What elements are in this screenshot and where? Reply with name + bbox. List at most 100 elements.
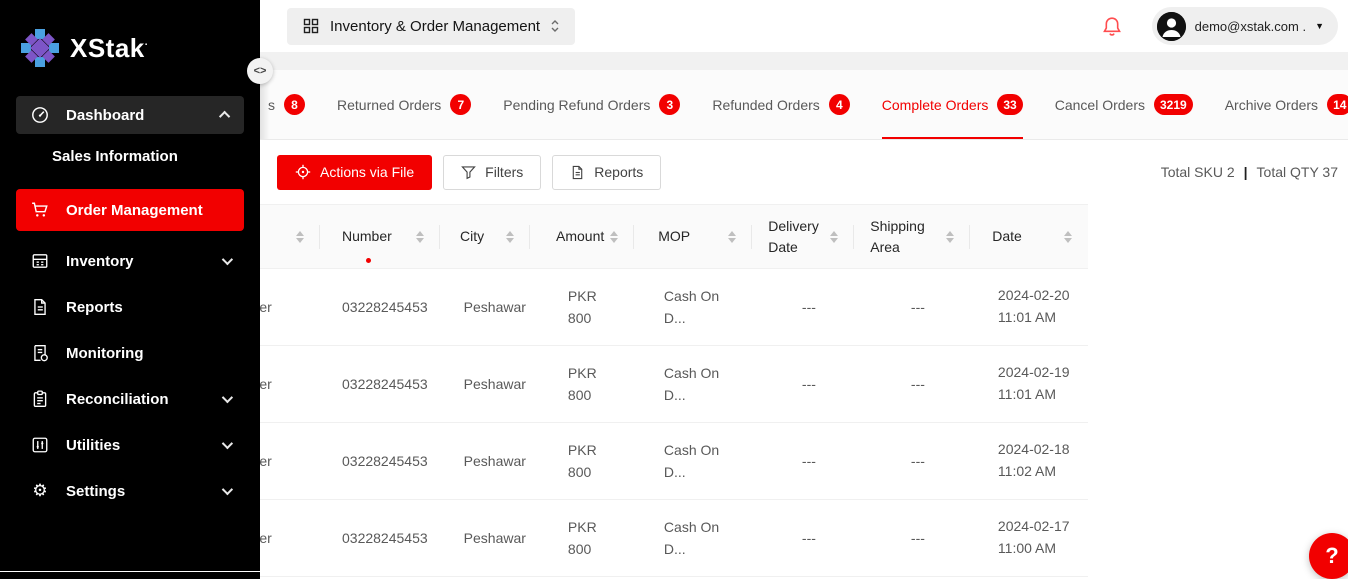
- cell-number: 03228245453: [320, 500, 444, 576]
- sort-icon[interactable]: [610, 231, 618, 243]
- sidebar-item-label: Order Management: [66, 202, 203, 219]
- sidebar-item-label: Reconciliation: [66, 391, 169, 408]
- cell-shipping-area: ---: [860, 500, 976, 576]
- tab-label: Refunded Orders: [712, 97, 819, 113]
- tab-count-badge: 3219: [1154, 94, 1193, 115]
- sidebar-item-label: Monitoring: [66, 345, 143, 362]
- tab-label: Archive Orders: [1225, 97, 1318, 113]
- column-header-city[interactable]: City: [440, 205, 530, 268]
- tab-label: Pending Refund Orders: [503, 97, 650, 113]
- inventory-icon: [30, 251, 50, 271]
- actions-via-file-label: Actions via File: [320, 164, 414, 180]
- cell-shipping-area: ---: [860, 269, 976, 345]
- column-header-date[interactable]: Date: [970, 205, 1088, 268]
- logo: XStak·: [0, 0, 260, 78]
- tab-complete-orders[interactable]: Complete Orders 33: [882, 70, 1023, 140]
- sidebar-collapse-button[interactable]: <>: [247, 58, 273, 84]
- tab-count-badge: 8: [284, 94, 305, 115]
- sidebar-item-inventory[interactable]: Inventory: [16, 241, 244, 281]
- cell-city: Peshawar: [444, 500, 542, 576]
- tab-archive-orders[interactable]: Archive Orders 14: [1225, 70, 1348, 140]
- cell-date: 2024-02-1811:02 AM: [976, 423, 1088, 499]
- cell-delivery-date: ---: [758, 500, 860, 576]
- number-column-indicator-dot: [366, 258, 371, 263]
- cell-amount: PKR 800: [542, 500, 640, 576]
- column-header-number[interactable]: Number: [320, 205, 440, 268]
- sidebar-item-utilities[interactable]: Utilities: [16, 425, 244, 465]
- tab-cancel-orders[interactable]: Cancel Orders 3219: [1055, 70, 1193, 140]
- tab-refunded-orders[interactable]: Refunded Orders 4: [712, 70, 849, 140]
- sort-icon[interactable]: [1064, 231, 1072, 243]
- help-button[interactable]: ?: [1309, 533, 1348, 579]
- reconciliation-icon: [30, 389, 50, 409]
- sort-icon[interactable]: [296, 231, 304, 243]
- dashboard-icon: [30, 105, 50, 125]
- cell-delivery-date: ---: [758, 346, 860, 422]
- tab-label: s: [268, 97, 275, 113]
- sidebar-nav: Dashboard Sales Information Order Manage…: [0, 78, 260, 511]
- user-email: demo@xstak.com .: [1195, 19, 1306, 34]
- tab-returned-orders[interactable]: Returned Orders 7: [337, 70, 471, 140]
- column-header-delivery-date[interactable]: Delivery Date: [752, 205, 854, 268]
- sort-icon[interactable]: [830, 231, 838, 243]
- tab-label: Returned Orders: [337, 97, 441, 113]
- total-qty: Total QTY 37: [1257, 164, 1338, 180]
- sidebar-item-reconciliation[interactable]: Reconciliation: [16, 379, 244, 419]
- column-label: Shipping Area: [870, 216, 932, 258]
- column-label: Number: [342, 226, 392, 247]
- sidebar-item-settings[interactable]: ⚙ Settings: [16, 471, 244, 511]
- gear-icon: ⚙: [30, 481, 50, 501]
- tab-partial[interactable]: s 8: [268, 70, 305, 140]
- cell-mop: Cash On D...: [640, 500, 758, 576]
- sidebar-item-reports[interactable]: Reports: [16, 287, 244, 327]
- sidebar-item-label: Utilities: [66, 437, 120, 454]
- totals-summary: Total SKU 2 | Total QTY 37: [1161, 164, 1338, 180]
- chevron-down-icon: [222, 484, 233, 495]
- sidebar: XStak· Dashboard Sales Information Order…: [0, 0, 260, 579]
- utilities-icon: [30, 435, 50, 455]
- sidebar-item-monitoring[interactable]: Monitoring: [16, 333, 244, 373]
- sort-icon[interactable]: [946, 231, 954, 243]
- tab-pending-refund-orders[interactable]: Pending Refund Orders 3: [503, 70, 680, 140]
- table-toolbar: Actions via File Filters Reports Total S…: [260, 140, 1348, 204]
- sidebar-item-order-management[interactable]: Order Management: [16, 189, 244, 231]
- column-label: MOP: [658, 226, 690, 247]
- header-divider-band: [260, 52, 1348, 70]
- column-label: Amount: [556, 226, 604, 247]
- cell-shipping-area: ---: [860, 346, 976, 422]
- target-icon: [295, 162, 311, 182]
- user-menu-button[interactable]: demo@xstak.com . ▼: [1152, 7, 1338, 45]
- avatar: [1157, 12, 1186, 41]
- column-header-mop[interactable]: MOP: [634, 205, 752, 268]
- sidebar-item-dashboard[interactable]: Dashboard: [16, 96, 244, 134]
- tab-label: Cancel Orders: [1055, 97, 1145, 113]
- filters-label: Filters: [485, 164, 523, 180]
- cell-shipping-area: ---: [860, 423, 976, 499]
- cell-number: 03228245453: [320, 423, 444, 499]
- sort-icon[interactable]: [728, 231, 736, 243]
- logo-text: XStak·: [70, 33, 149, 64]
- tab-count-badge: 7: [450, 94, 471, 115]
- cell-city: Peshawar: [444, 269, 542, 345]
- filters-button[interactable]: Filters: [443, 155, 541, 190]
- tab-count-badge: 14: [1327, 94, 1348, 115]
- sidebar-item-sales-information[interactable]: Sales Information: [0, 138, 260, 175]
- tab-count-badge: 4: [829, 94, 850, 115]
- sort-icon[interactable]: [416, 231, 424, 243]
- order-status-tabs: s 8 Returned Orders 7 Pending Refund Ord…: [260, 70, 1348, 140]
- notification-bell-icon[interactable]: [1094, 8, 1130, 44]
- sidebar-item-label: Settings: [66, 483, 125, 500]
- chevron-down-icon: [222, 438, 233, 449]
- chevron-down-icon: [222, 254, 233, 265]
- column-label: City: [460, 226, 484, 247]
- cell-amount: PKR 800: [542, 269, 640, 345]
- app-switcher-button[interactable]: Inventory & Order Management: [287, 8, 575, 45]
- cell-date: 2024-02-1911:01 AM: [976, 346, 1088, 422]
- sort-icon[interactable]: [506, 231, 514, 243]
- actions-via-file-button[interactable]: Actions via File: [277, 155, 432, 190]
- column-header-amount[interactable]: Amount: [530, 205, 634, 268]
- column-header-shipping-area[interactable]: Shipping Area: [854, 205, 970, 268]
- reports-button[interactable]: Reports: [552, 155, 661, 190]
- reports-label: Reports: [594, 164, 643, 180]
- reports-icon: [30, 297, 50, 317]
